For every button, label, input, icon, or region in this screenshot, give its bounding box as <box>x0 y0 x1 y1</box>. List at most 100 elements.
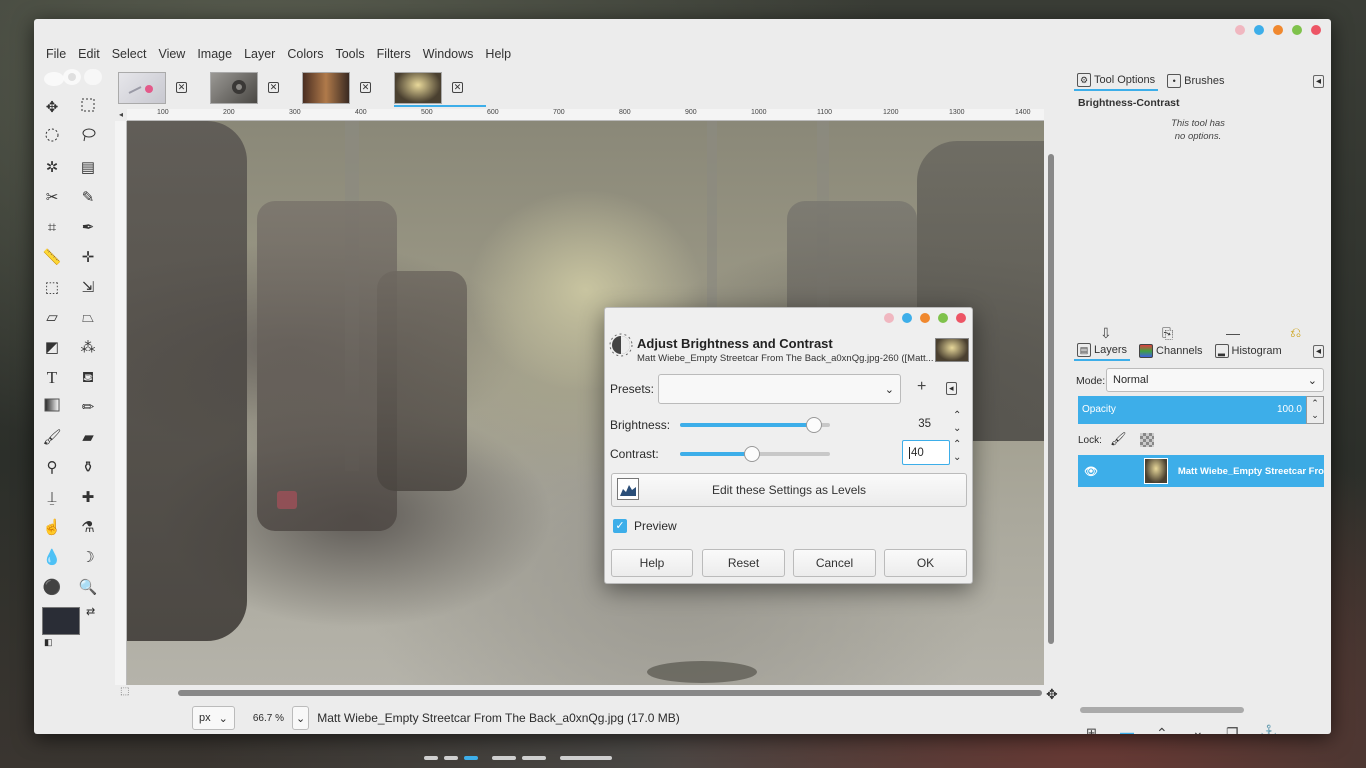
scale-tool-icon[interactable]: ⇲ <box>77 277 99 299</box>
lasso-tool-icon[interactable] <box>77 127 99 149</box>
lock-pixels-icon[interactable]: 🖌 <box>1110 431 1127 447</box>
dialog-minimize-button[interactable] <box>920 313 930 323</box>
window-maximize-button[interactable] <box>1292 25 1302 35</box>
lock-alpha-icon[interactable] <box>1140 433 1154 447</box>
text-tool-icon[interactable]: T <box>41 367 63 389</box>
window-keep-above-button[interactable] <box>1254 25 1264 35</box>
paths-tool-icon[interactable]: ✒ <box>77 217 99 239</box>
image-tab[interactable]: ✕ <box>302 71 394 107</box>
dialog-keep-above-button[interactable] <box>902 313 912 323</box>
contrast-input[interactable]: 40 <box>902 440 950 465</box>
lower-layer-icon[interactable]: ⌄ <box>1192 723 1204 734</box>
anchor-layer-icon[interactable]: ⚓ <box>1260 724 1277 734</box>
tab-tool-options[interactable]: ⚙ Tool Options <box>1074 71 1159 91</box>
heal-tool-icon[interactable]: ✚ <box>77 487 99 509</box>
ink-tool-icon[interactable]: ⚱ <box>77 457 99 479</box>
shear-tool-icon[interactable]: ▱ <box>41 307 63 329</box>
help-button[interactable]: Help <box>611 549 693 577</box>
scissors-tool-icon[interactable]: ✂ <box>41 187 63 209</box>
brightness-value[interactable]: 35 <box>901 418 931 430</box>
image-tab[interactable]: ✕ <box>210 71 302 107</box>
select-by-color-tool-icon[interactable]: ▤ <box>77 157 99 179</box>
pencil-tool-icon[interactable]: ✏ <box>77 397 99 419</box>
perspective-tool-icon[interactable]: ⏢ <box>77 307 99 329</box>
raise-layer-icon[interactable]: ⌃ <box>1156 725 1168 734</box>
gradient-tool-icon[interactable] <box>41 397 63 419</box>
foreground-select-tool-icon[interactable]: ✎ <box>77 187 99 209</box>
menu-image[interactable]: Image <box>191 45 238 65</box>
opacity-slider[interactable]: Opacity 100.0 <box>1078 396 1306 424</box>
cage-transform-tool-icon[interactable]: ⁂ <box>77 337 99 359</box>
contrast-slider[interactable] <box>680 446 830 462</box>
menu-layer[interactable]: Layer <box>238 45 281 65</box>
menu-view[interactable]: View <box>152 45 191 65</box>
rect-select-tool-icon[interactable] <box>77 97 99 119</box>
close-tab-icon[interactable]: ✕ <box>176 82 187 93</box>
tab-channels[interactable]: Channels <box>1136 342 1205 360</box>
window-shade-button[interactable] <box>1235 25 1245 35</box>
tab-histogram[interactable]: ▂ Histogram <box>1212 342 1285 360</box>
dock-menu-icon[interactable]: ◂ <box>1312 74 1324 88</box>
vertical-scrollbar[interactable] <box>1048 154 1054 644</box>
brightness-slider-handle[interactable] <box>805 417 822 433</box>
paintbrush-tool-icon[interactable]: 🖌 <box>41 427 63 449</box>
eye-icon[interactable]: 👁 <box>1084 465 1098 478</box>
new-layer-icon[interactable]: ▬ <box>1120 724 1134 734</box>
clone-tool-icon[interactable]: ⍊ <box>41 487 63 509</box>
navigate-icon[interactable]: ✥ <box>1046 686 1058 703</box>
airbrush-tool-icon[interactable]: ⚲ <box>41 457 63 479</box>
measure-tool-icon[interactable]: 📏 <box>41 247 63 269</box>
zoom-dropdown[interactable]: ⌄ <box>291 706 310 730</box>
menu-file[interactable]: File <box>40 45 72 65</box>
contrast-spinner-down-icon[interactable]: ⌄ <box>953 453 961 463</box>
layers-scrollbar[interactable] <box>1080 707 1244 713</box>
dodge-burn-tool-icon[interactable]: ☽ <box>77 547 99 569</box>
new-layer-group-icon[interactable]: ⊞ <box>1086 725 1097 734</box>
layer-row[interactable]: 👁 Matt Wiebe_Empty Streetcar Fro <box>1078 455 1324 487</box>
edit-as-levels-button[interactable]: Edit these Settings as Levels <box>611 473 967 507</box>
add-preset-icon[interactable]: + <box>917 378 926 396</box>
taskbar-item[interactable] <box>444 756 458 760</box>
brightness-slider[interactable] <box>680 417 830 433</box>
taskbar-item-active[interactable] <box>464 756 478 760</box>
menu-colors[interactable]: Colors <box>281 45 329 65</box>
dialog-maximize-button[interactable] <box>938 313 948 323</box>
opacity-spinner[interactable]: ⌃ ⌄ <box>1306 396 1324 424</box>
menu-select[interactable]: Select <box>106 45 153 65</box>
dialog-close-button[interactable] <box>956 313 966 323</box>
horizontal-scrollbar[interactable] <box>178 690 1042 696</box>
close-tab-icon[interactable]: ✕ <box>268 82 279 93</box>
close-tab-icon[interactable]: ✕ <box>452 82 463 93</box>
contrast-slider-handle[interactable] <box>744 446 760 462</box>
paths-select-tool-icon[interactable]: ⚫ <box>41 577 63 599</box>
brightness-spinner-up-icon[interactable]: ⌃ <box>953 411 961 421</box>
ellipse-select-tool-icon[interactable] <box>41 127 63 149</box>
image-tab-active[interactable]: ✕ <box>394 71 486 107</box>
smudge-tool-icon[interactable]: ☝ <box>41 517 63 539</box>
crop-tool-icon[interactable]: ⌗ <box>41 217 63 239</box>
flip-tool-icon[interactable]: ◩ <box>41 337 63 359</box>
default-colors-icon[interactable]: ◧ <box>44 637 53 648</box>
cancel-button[interactable]: Cancel <box>793 549 876 577</box>
foreground-color-swatch[interactable] <box>42 607 80 635</box>
menu-windows[interactable]: Windows <box>417 45 480 65</box>
tab-brushes[interactable]: • Brushes <box>1164 72 1227 90</box>
tab-layers[interactable]: ▤ Layers <box>1074 341 1131 361</box>
menu-tools[interactable]: Tools <box>329 45 370 65</box>
close-tab-icon[interactable]: ✕ <box>360 82 371 93</box>
duplicate-layer-icon[interactable]: ❐ <box>1226 725 1239 734</box>
reset-button[interactable]: Reset <box>702 549 785 577</box>
window-minimize-button[interactable] <box>1273 25 1283 35</box>
quick-mask-icon[interactable]: ⬚ <box>120 686 129 697</box>
align-tool-icon[interactable]: ✛ <box>77 247 99 269</box>
window-close-button[interactable] <box>1311 25 1321 35</box>
unit-selector[interactable]: px ⌄ <box>192 706 235 730</box>
transform-tool-icon[interactable]: ⬚ <box>41 277 63 299</box>
color-picker-tool-icon[interactable]: ⚗ <box>77 517 99 539</box>
presets-menu-icon[interactable]: ◂ <box>946 382 957 395</box>
ok-button[interactable]: OK <box>884 549 967 577</box>
taskbar-item[interactable] <box>522 756 546 760</box>
zoom-tool-icon[interactable]: 🔍 <box>77 577 99 599</box>
swap-colors-icon[interactable]: ⇄ <box>86 605 95 618</box>
menu-help[interactable]: Help <box>479 45 517 65</box>
